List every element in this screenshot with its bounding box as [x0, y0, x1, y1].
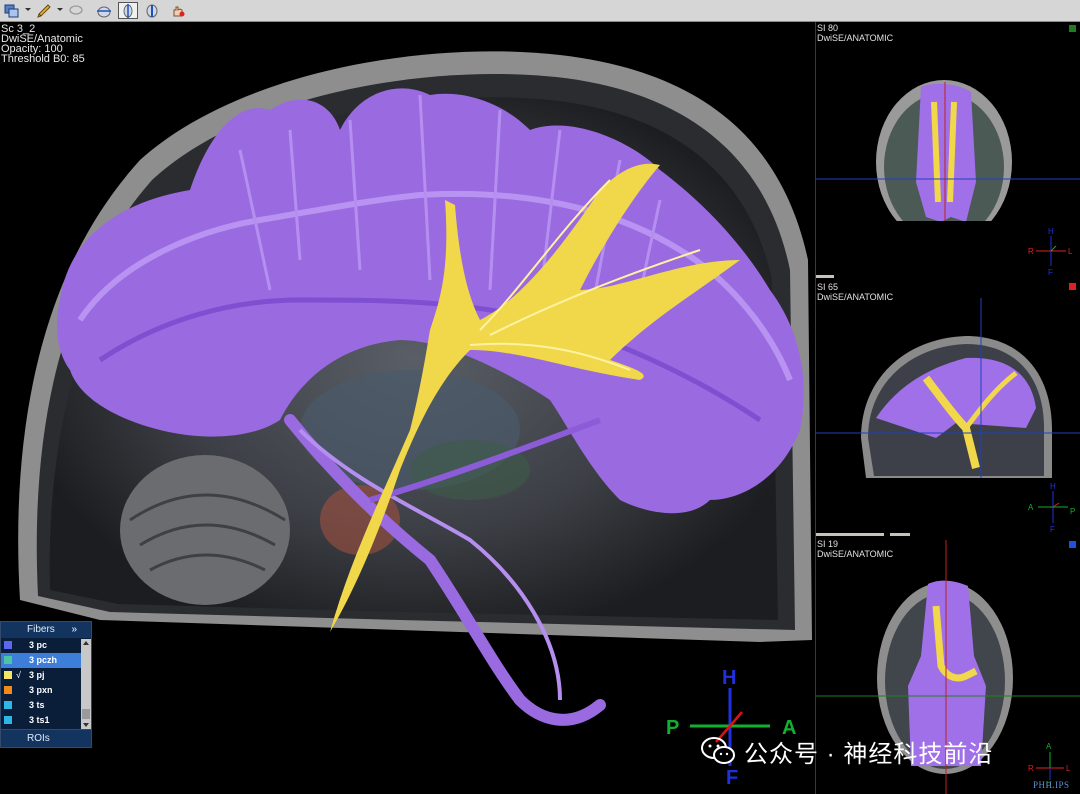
- axial-plane-icon: [97, 6, 111, 17]
- fiber-color-swatch: [4, 641, 12, 649]
- fiber-visible-checkmark[interactable]: √: [16, 668, 21, 683]
- wechat-icon: [701, 737, 735, 764]
- pen-tool-icon: [37, 3, 51, 18]
- fiber-list-item[interactable]: √ 3 pj: [1, 668, 91, 683]
- fiber-list-item[interactable]: 3 ts1: [1, 713, 91, 728]
- fibers-panel: Fibers » 3 pc 3 pczh √ 3 pj 3 pxn 3 ts 3…: [0, 621, 92, 748]
- fiber-list-item[interactable]: 3 pxn: [1, 683, 91, 698]
- svg-text:A: A: [1046, 742, 1052, 751]
- orientation-f-label: F: [726, 767, 738, 788]
- fiber-color-swatch: [4, 686, 12, 694]
- fiber-list-scrollbar[interactable]: [81, 639, 91, 729]
- scroll-down-icon[interactable]: [83, 723, 89, 727]
- scroll-up-icon[interactable]: [83, 641, 89, 645]
- rois-tab[interactable]: ROIs: [1, 729, 91, 747]
- lasso-button[interactable]: [66, 2, 86, 19]
- window-layout-button[interactable]: [2, 2, 22, 19]
- threshold-label: Threshold B0: 85: [1, 53, 85, 65]
- sagittal-slice-image[interactable]: H F A P: [816, 278, 1080, 536]
- coronal-view-pane[interactable]: SI 80 DwiSE/ANATOMIC H F R L: [815, 22, 1080, 278]
- pen-tool-button[interactable]: [34, 2, 54, 19]
- sagittal-view-pane[interactable]: SI 65 DwiSE/ANATOMIC H F A P: [815, 278, 1080, 536]
- fiber-list-item[interactable]: 3 pc: [1, 638, 91, 653]
- coronal-slice-image[interactable]: H F R L: [816, 22, 1080, 278]
- vendor-logo: PHILIPS: [1033, 780, 1070, 790]
- fiber-color-swatch: [4, 656, 12, 664]
- reset-hand-button[interactable]: [168, 2, 188, 19]
- watermark-text: 公众号 · 神经科技前沿: [744, 740, 994, 768]
- fiber-color-swatch: [4, 701, 12, 709]
- svg-text:A: A: [1028, 503, 1034, 512]
- toolbar: [0, 0, 1080, 22]
- fiber-list-item[interactable]: 3 pczh: [1, 653, 91, 668]
- coronal-plane-button[interactable]: [118, 2, 138, 19]
- main-view-info: Sc 3_2 DwiSE/Anatomic Opacity: 100 Thres…: [1, 24, 85, 65]
- svg-text:F: F: [1048, 268, 1053, 277]
- svg-text:L: L: [1066, 764, 1071, 773]
- svg-text:R: R: [1028, 247, 1034, 256]
- pen-dropdown-arrow[interactable]: [57, 8, 63, 11]
- fibers-panel-header[interactable]: Fibers »: [1, 622, 91, 638]
- wechat-watermark: 公众号 · 神经科技前沿: [700, 733, 993, 769]
- sagittal-plane-icon: [146, 4, 158, 17]
- orientation-indicator-main: H F P A: [666, 667, 796, 788]
- svg-text:R: R: [1028, 764, 1034, 773]
- svg-text:F: F: [1050, 525, 1055, 534]
- orientation-indicator-sagittal: H F A P: [1028, 482, 1075, 534]
- fibers-title: Fibers: [27, 624, 55, 635]
- orientation-h-label: H: [722, 667, 736, 689]
- scroll-thumb[interactable]: [82, 709, 90, 719]
- svg-text:H: H: [1048, 227, 1054, 236]
- axial-plane-button[interactable]: [94, 2, 114, 19]
- reset-hand-icon: [173, 6, 185, 16]
- window-layout-icon: [4, 4, 19, 17]
- layout-dropdown-arrow[interactable]: [25, 8, 31, 11]
- svg-text:P: P: [1070, 507, 1075, 516]
- orientation-p-label: P: [666, 717, 679, 739]
- sagittal-plane-button[interactable]: [142, 2, 162, 19]
- lasso-icon: [69, 4, 83, 15]
- expand-chevron-icon[interactable]: »: [71, 622, 77, 638]
- fiber-list-item[interactable]: 3 ts: [1, 698, 91, 713]
- coronal-plane-icon: [123, 3, 133, 18]
- fiber-color-swatch: [4, 671, 12, 679]
- svg-text:L: L: [1068, 247, 1073, 256]
- fiber-color-swatch: [4, 716, 12, 724]
- svg-text:H: H: [1050, 482, 1056, 491]
